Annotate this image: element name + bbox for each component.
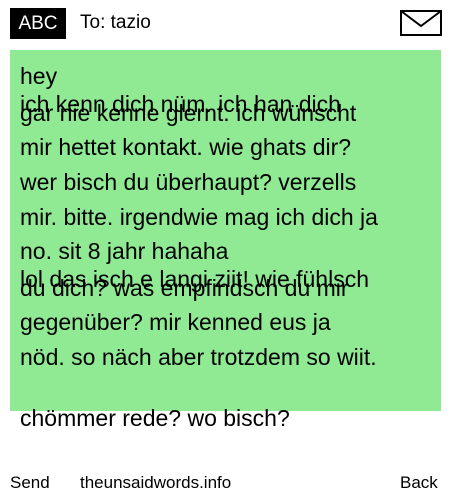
back-button[interactable]: Back — [400, 472, 438, 494]
sms-compose-screen: ABC To: tazio hey ich kenn dich nüm. ich… — [0, 0, 450, 500]
message-line: gar nie kenne glernt. ich wünscht — [20, 100, 357, 126]
message-line: chömmer rede? wo bisch? — [20, 405, 290, 431]
message-line: nöd. so näch aber trotzdem so wiit. — [20, 344, 377, 370]
site-label: theunsaidwords.info — [80, 473, 232, 492]
recipient-field[interactable]: To: tazio — [80, 9, 151, 37]
send-button[interactable]: Send — [10, 472, 50, 494]
input-mode-indicator[interactable]: ABC — [10, 8, 66, 39]
message-line: mir hettet kontakt. wie ghats dir? — [20, 134, 352, 160]
compose-header: ABC To: tazio — [0, 0, 450, 46]
message-line: gegenüber? mir kenned eus ja — [20, 309, 331, 335]
message-line: mir. bitte. irgendwie mag ich dich ja — [20, 204, 378, 230]
message-line: du dich? was empfindsch du mir — [20, 275, 349, 301]
message-line: no. sit 8 jahr hahaha — [20, 238, 229, 264]
message-line: hey — [20, 63, 58, 89]
message-line: wer bisch du überhaupt? verzells — [20, 169, 357, 195]
envelope-icon — [400, 10, 442, 36]
